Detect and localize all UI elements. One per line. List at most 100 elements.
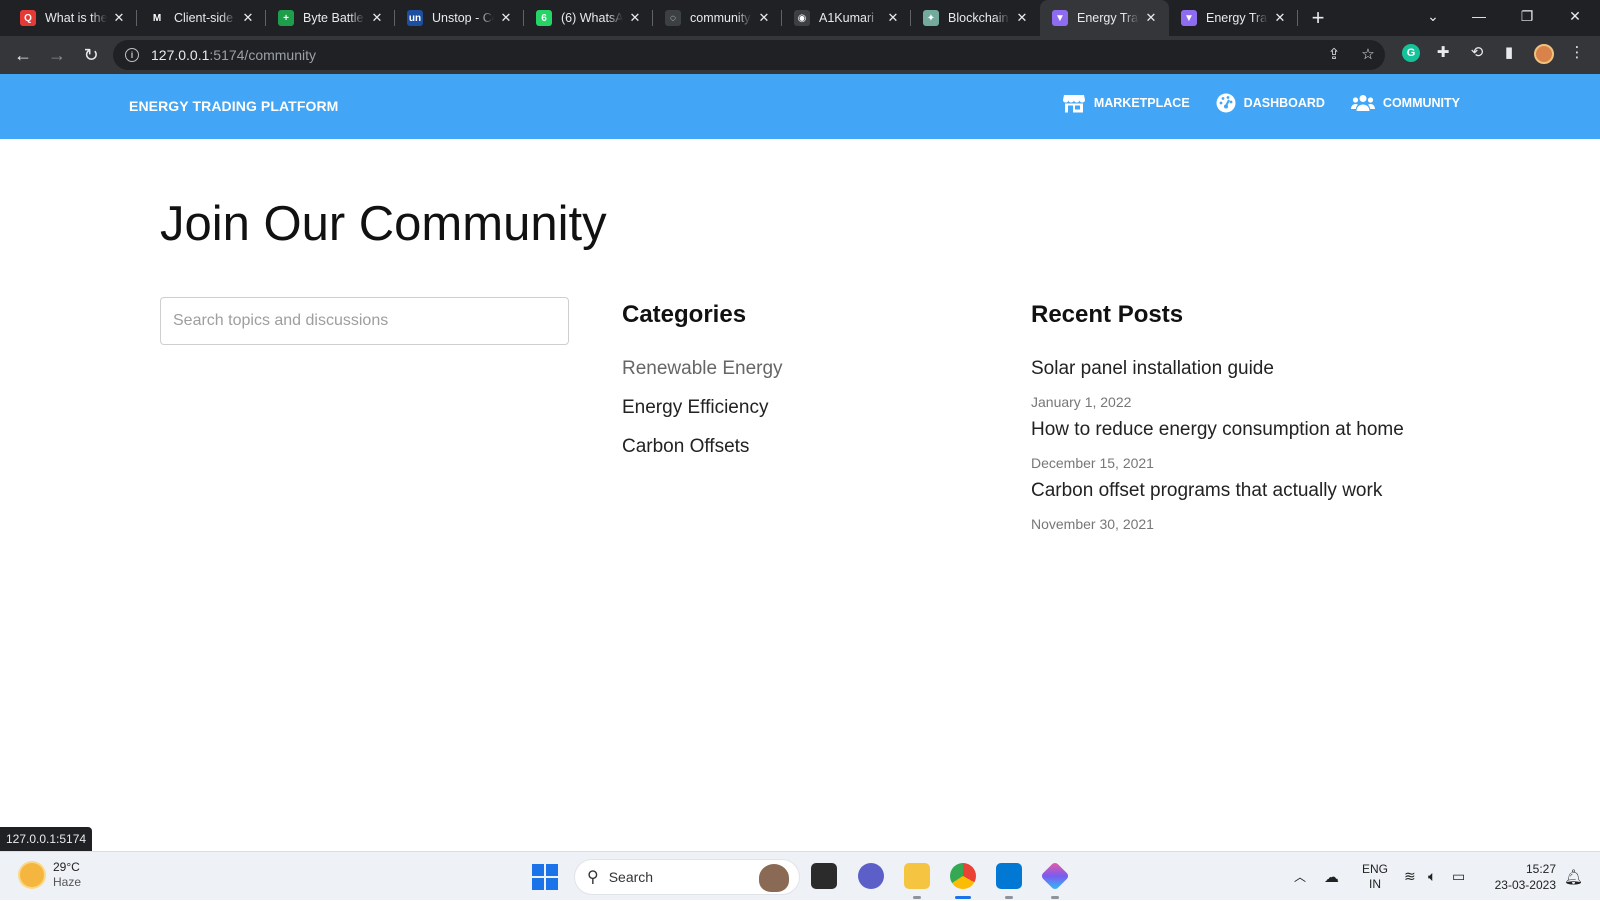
- tab-close-icon[interactable]: ✕: [1014, 10, 1030, 26]
- recent-post-list: Solar panel installation guide January 1…: [1031, 357, 1404, 540]
- browser-tab[interactable]: un Unstop - Co ✕: [395, 0, 524, 36]
- tab-close-icon[interactable]: ✕: [498, 10, 514, 26]
- tab-close-icon[interactable]: ✕: [756, 10, 772, 26]
- tab-search-icon[interactable]: ⌄: [1410, 0, 1456, 32]
- tab-title: Byte Battle: [303, 11, 364, 25]
- nav-marketplace[interactable]: MARKETPLACE: [1062, 93, 1190, 113]
- nav-dashboard-label: DASHBOARD: [1243, 96, 1325, 110]
- browser-tab[interactable]: 6 (6) WhatsAp ✕: [524, 0, 653, 36]
- post-title[interactable]: Carbon offset programs that actually wor…: [1031, 479, 1404, 503]
- close-window-button[interactable]: ✕: [1552, 0, 1598, 32]
- browser-tab[interactable]: Q What is the ✕: [8, 0, 137, 36]
- browser-tab[interactable]: M Client-side ✕: [137, 0, 266, 36]
- onedrive-cloud-icon[interactable]: ☁: [1324, 852, 1339, 901]
- tab-favicon-icon: ◉: [794, 10, 810, 26]
- chrome-icon[interactable]: [950, 863, 976, 889]
- grammarly-extension-icon[interactable]: G: [1402, 44, 1420, 62]
- site-info-icon[interactable]: i: [125, 48, 139, 62]
- language-indicator[interactable]: ENG IN: [1362, 852, 1388, 901]
- browser-tab-strip: Q What is the ✕ M Client-side ✕ + Byte Battle ✕ u…: [0, 0, 1600, 36]
- post-date: January 1, 2022: [1031, 394, 1132, 410]
- post-title[interactable]: How to reduce energy consumption at home: [1031, 418, 1404, 442]
- task-view-icon[interactable]: [811, 863, 837, 889]
- tab-favicon-icon: Q: [20, 10, 36, 26]
- back-button[interactable]: ←: [6, 40, 40, 70]
- minimize-button[interactable]: —: [1456, 0, 1502, 32]
- address-bar[interactable]: i 127.0.0.1:5174/community: [113, 40, 1385, 70]
- new-tab-button[interactable]: +: [1302, 0, 1334, 36]
- tab-favicon-icon: ▼: [1181, 10, 1197, 26]
- start-button[interactable]: [532, 864, 558, 890]
- tab-favicon-icon: ◌: [665, 10, 681, 26]
- category-list: Renewable Energy Energy Efficiency Carbo…: [622, 357, 783, 474]
- post-item: Solar panel installation guide January 1…: [1031, 357, 1404, 418]
- restore-button[interactable]: ❐: [1504, 0, 1550, 32]
- category-item[interactable]: Renewable Energy: [622, 357, 783, 396]
- share-icon[interactable]: ⇪: [1326, 47, 1342, 63]
- browser-tab[interactable]: ▼ Energy Trad ✕: [1169, 0, 1298, 36]
- nav-dashboard[interactable]: DASHBOARD: [1216, 93, 1325, 113]
- weather-widget[interactable]: 29°C Haze: [20, 860, 81, 890]
- show-hidden-icons-chevron-icon[interactable]: ︿: [1294, 852, 1306, 901]
- taskbar-search[interactable]: ⚲ Search: [574, 859, 800, 895]
- figma-like-app-icon[interactable]: [1040, 861, 1070, 891]
- file-explorer-icon[interactable]: [904, 863, 930, 889]
- volume-icon[interactable]: 🔈︎: [1428, 852, 1436, 901]
- system-clock[interactable]: 15:27 23-03-2023: [1495, 861, 1556, 893]
- tab-favicon-icon: ✦: [923, 10, 939, 26]
- extension-sync-icon[interactable]: ⟲: [1468, 44, 1486, 62]
- link-status-bubble: 127.0.0.1:5174: [0, 827, 93, 851]
- tab-title: Blockchain: [948, 11, 1009, 25]
- tab-close-icon[interactable]: ✕: [1143, 10, 1159, 26]
- tab-title: community: [690, 11, 751, 25]
- app-running-indicator: [913, 896, 921, 899]
- browser-tab[interactable]: + Byte Battle ✕: [266, 0, 395, 36]
- users-group-icon: [1350, 95, 1375, 111]
- post-item: How to reduce energy consumption at home…: [1031, 418, 1404, 479]
- brand-title[interactable]: ENERGY TRADING PLATFORM: [129, 98, 338, 114]
- search-icon: ⚲: [587, 869, 599, 886]
- side-panel-icon[interactable]: ▮: [1500, 44, 1518, 62]
- vscode-icon[interactable]: [996, 863, 1022, 889]
- tab-title: What is the: [45, 11, 107, 25]
- post-title[interactable]: Solar panel installation guide: [1031, 357, 1404, 381]
- tab-close-icon[interactable]: ✕: [627, 10, 643, 26]
- tab-close-icon[interactable]: ✕: [111, 10, 127, 26]
- region-code: IN: [1369, 876, 1381, 891]
- browser-tab[interactable]: ◌ community ✕: [653, 0, 782, 36]
- browser-tab[interactable]: ◉ A1Kumari ✕: [782, 0, 911, 36]
- tab-close-icon[interactable]: ✕: [885, 10, 901, 26]
- category-item[interactable]: Carbon Offsets: [622, 435, 783, 474]
- notification-bell-icon[interactable]: 🔔︎: [1564, 852, 1583, 901]
- category-item[interactable]: Energy Efficiency: [622, 396, 783, 435]
- post-item: Carbon offset programs that actually wor…: [1031, 479, 1404, 540]
- search-input[interactable]: [160, 297, 569, 345]
- browser-tab[interactable]: ✦ Blockchain ✕: [911, 0, 1040, 36]
- tab-close-icon[interactable]: ✕: [369, 10, 385, 26]
- tab-list: Q What is the ✕ M Client-side ✕ + Byte Battle ✕ u…: [8, 0, 1298, 36]
- weather-temperature: 29°C: [53, 860, 80, 874]
- wifi-icon[interactable]: ≋: [1404, 852, 1416, 901]
- tab-title: Unstop - Co: [432, 11, 494, 25]
- forward-button[interactable]: →: [40, 40, 74, 70]
- extensions-puzzle-icon[interactable]: ✚: [1434, 44, 1452, 62]
- page-title: Join Our Community: [160, 197, 607, 251]
- bookmark-star-icon[interactable]: ☆: [1360, 47, 1376, 63]
- browser-tab[interactable]: ▼ Energy Trad ✕: [1040, 0, 1169, 36]
- tab-close-icon[interactable]: ✕: [240, 10, 256, 26]
- post-date: December 15, 2021: [1031, 455, 1154, 471]
- tab-title: (6) WhatsAp: [561, 11, 623, 25]
- browser-menu-icon[interactable]: ⋮: [1568, 44, 1586, 62]
- tab-close-icon[interactable]: ✕: [1272, 10, 1288, 26]
- teams-chat-icon[interactable]: [858, 863, 884, 889]
- nav-community[interactable]: COMMUNITY: [1350, 94, 1460, 112]
- dashboard-gauge-icon: [1216, 93, 1236, 113]
- categories-heading: Categories: [622, 301, 747, 328]
- search-highlight-bear-icon: [759, 864, 789, 892]
- store-icon: [1062, 95, 1085, 113]
- battery-icon[interactable]: ▭: [1452, 852, 1465, 901]
- main-nav: MARKETPLACE DASHBOARD COMMUNITY: [1062, 93, 1460, 113]
- tab-title: Energy Trad: [1077, 11, 1139, 25]
- profile-avatar[interactable]: [1534, 44, 1554, 64]
- reload-button[interactable]: ↻: [74, 40, 108, 70]
